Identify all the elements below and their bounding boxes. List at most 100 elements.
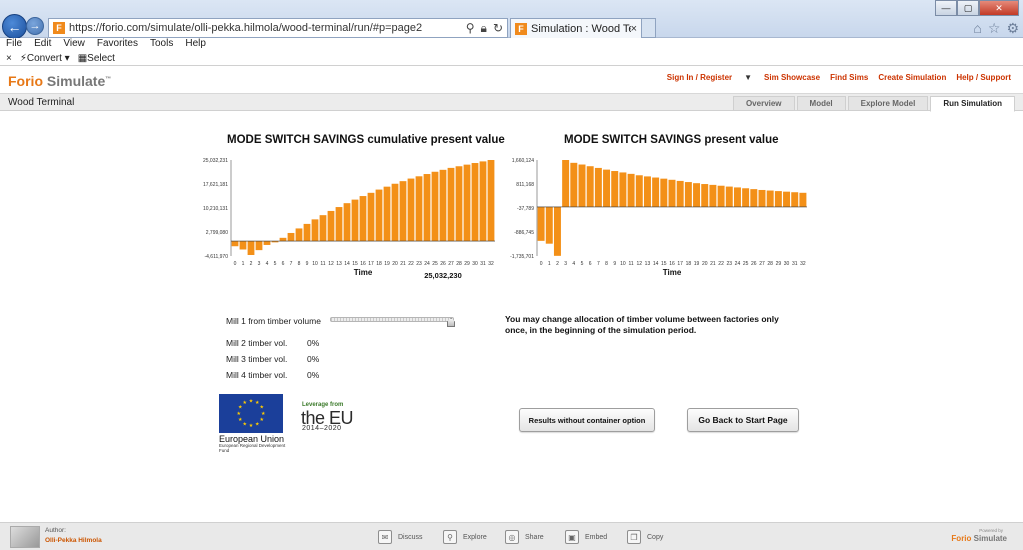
bar	[783, 191, 791, 207]
bar	[327, 210, 335, 242]
menu-bar: File Edit View Favorites Tools Help	[0, 38, 1023, 52]
bar	[701, 184, 709, 207]
bar	[733, 187, 741, 207]
bar	[553, 206, 561, 256]
url-text[interactable]: https://forio.com/simulate/olli-pekka.hi…	[69, 22, 466, 34]
x-tick-label: 1	[242, 261, 245, 267]
menu-help[interactable]: Help	[185, 38, 206, 52]
tab-overview[interactable]: Overview	[732, 96, 795, 111]
x-tick-label: 23	[726, 261, 732, 267]
mill1-slider-track[interactable]	[330, 317, 454, 322]
x-tick-label: 5	[581, 261, 584, 267]
address-bar[interactable]: F https://forio.com/simulate/olli-pekka.…	[48, 18, 508, 38]
x-tick-label: 5	[274, 261, 277, 267]
results-without-container-button[interactable]: Results without container option	[519, 408, 655, 432]
link-find-sims[interactable]: Find Sims	[830, 73, 868, 82]
forward-arrow-icon[interactable]: →	[26, 17, 44, 35]
tab-model[interactable]: Model	[796, 96, 846, 111]
link-sim-showcase[interactable]: Sim Showcase	[764, 73, 820, 82]
project-tabs: Overview Model Explore Model Run Simulat…	[732, 96, 1015, 112]
select-button[interactable]: ▦Select	[78, 53, 115, 64]
bar	[231, 241, 239, 247]
x-tick-label: 20	[392, 261, 398, 267]
top-links: Sign In / Register ▼ Sim Showcase Find S…	[667, 73, 1011, 82]
bar	[660, 178, 668, 207]
window-controls: — ▢ ✕	[935, 0, 1019, 16]
bar	[709, 184, 717, 207]
explore-icon: ⚲	[443, 530, 457, 544]
bar	[570, 162, 578, 207]
go-back-start-button[interactable]: Go Back to Start Page	[687, 408, 799, 432]
x-tick-label: 22	[408, 261, 414, 267]
svg-text:★: ★	[255, 421, 260, 427]
forio-logo[interactable]: Forio Simulate™	[8, 73, 111, 89]
x-tick-label: 11	[628, 261, 633, 267]
menu-tools[interactable]: Tools	[150, 38, 173, 52]
gear-icon[interactable]: ⚙	[1006, 20, 1019, 37]
eu-flag-logo: ★ ★ ★ ★ ★ ★ ★ ★ ★ ★ ★ ★	[219, 394, 283, 433]
y-tick-label: 2,799,080	[206, 230, 228, 236]
close-cmdbar-icon[interactable]: ×	[6, 53, 12, 64]
tab-explore-model[interactable]: Explore Model	[847, 96, 929, 111]
copy-button[interactable]: ❐ Copy	[627, 530, 663, 544]
explore-button[interactable]: ⚲ Explore	[443, 530, 487, 544]
menu-favorites[interactable]: Favorites	[97, 38, 138, 52]
back-arrow-icon[interactable]: ←	[2, 14, 27, 39]
menu-view[interactable]: View	[63, 38, 85, 52]
bar	[774, 191, 782, 207]
author-name[interactable]: Olli-Pekka Hilmola	[45, 537, 102, 544]
refresh-icon[interactable]: ↻	[493, 21, 503, 36]
menu-edit[interactable]: Edit	[34, 38, 51, 52]
x-tick-label: 24	[735, 261, 741, 267]
menu-file[interactable]: File	[6, 38, 22, 52]
x-tick-label: 29	[776, 261, 782, 267]
x-tick-label: 15	[661, 261, 667, 267]
svg-text:★: ★	[249, 423, 254, 429]
tab-run-simulation[interactable]: Run Simulation	[930, 96, 1015, 112]
lock-icon[interactable]: 🔒︎	[481, 21, 487, 36]
x-tick-label: 21	[400, 261, 406, 267]
bar	[255, 241, 263, 251]
link-create-simulation[interactable]: Create Simulation	[878, 73, 946, 82]
search-icon[interactable]: ⚲	[466, 21, 475, 36]
discuss-icon: ✉	[378, 530, 392, 544]
close-tab-icon[interactable]: ×	[631, 23, 637, 35]
y-tick-label: -1,735,701	[510, 254, 534, 260]
bar	[247, 241, 255, 255]
bar	[611, 171, 619, 207]
new-tab-button[interactable]	[642, 18, 656, 38]
discuss-button[interactable]: ✉ Discuss	[378, 530, 423, 544]
share-button[interactable]: ◎ Share	[505, 530, 544, 544]
x-tick-label: 0	[234, 261, 237, 267]
avatar[interactable]	[10, 526, 40, 548]
link-sign-in[interactable]: Sign In / Register	[667, 73, 732, 82]
embed-button[interactable]: ▣ Embed	[565, 530, 607, 544]
browser-tab[interactable]: F Simulation : Wood Termina... ×	[510, 18, 642, 38]
x-tick-label: 27	[759, 261, 765, 267]
x-tick-label: 30	[472, 261, 478, 267]
x-tick-label: 18	[376, 261, 382, 267]
x-tick-label: 8	[605, 261, 608, 267]
discuss-label: Discuss	[398, 533, 423, 541]
browser-toolbar-icons: ⌂ ☆ ⚙	[973, 20, 1019, 37]
x-tick-label: 15	[352, 261, 358, 267]
y-tick-label: 811,168	[516, 182, 534, 188]
close-window-icon[interactable]: ✕	[979, 0, 1019, 16]
maximize-icon[interactable]: ▢	[957, 0, 979, 16]
star-icon[interactable]: ☆	[988, 20, 1001, 37]
select-icon: ▦	[77, 53, 88, 64]
minimize-icon[interactable]: —	[935, 0, 957, 16]
bar	[471, 163, 479, 242]
convert-button[interactable]: ⚡Convert ▾	[20, 53, 70, 64]
home-icon[interactable]: ⌂	[973, 20, 981, 37]
x-tick-label: 14	[344, 261, 350, 267]
x-tick-label: 3	[258, 261, 261, 267]
powered-by-logo[interactable]: Forio Simulate	[951, 534, 1007, 543]
x-tick-label: 4	[572, 261, 575, 267]
bar	[758, 189, 766, 207]
copy-label: Copy	[647, 533, 664, 541]
caret-down-icon[interactable]: ▼	[744, 73, 752, 82]
link-help-support[interactable]: Help / Support	[956, 73, 1011, 82]
logo-tm: ™	[105, 76, 112, 83]
share-label: Share	[525, 533, 544, 541]
